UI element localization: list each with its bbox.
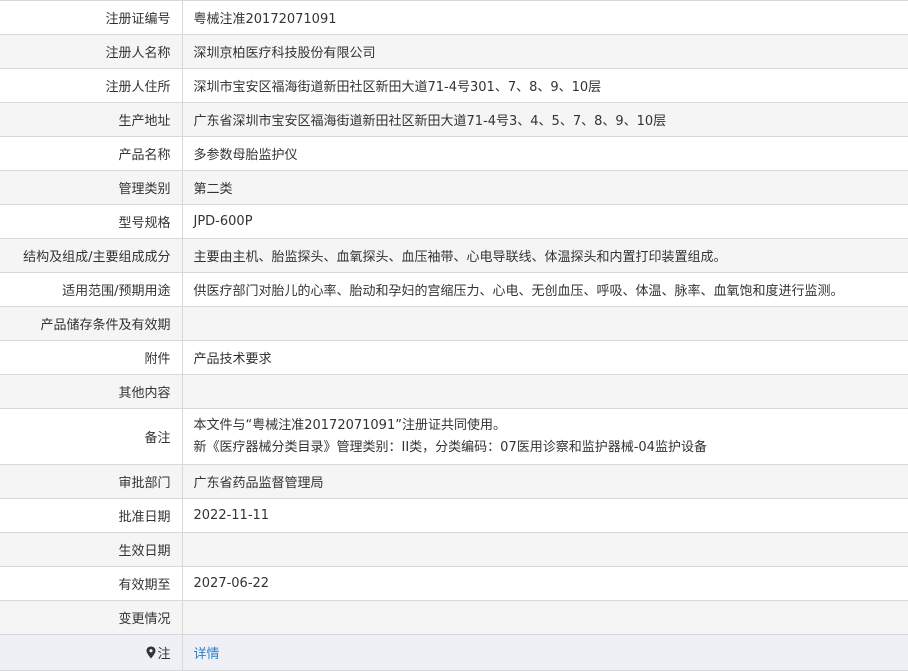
remark-line: 本文件与“粤械注准20172071091”注册证共同使用。: [194, 415, 908, 437]
row-structure-composition: 结构及组成/主要组成成分 主要由主机、胎监探头、血氧探头、血压袖带、心电导联线、…: [0, 239, 908, 273]
field-label: 备注: [0, 409, 182, 465]
field-value: 深圳京柏医疗科技股份有限公司: [182, 35, 908, 69]
field-label: 注册人名称: [0, 35, 182, 69]
field-label: 审批部门: [0, 465, 182, 499]
field-value: 多参数母胎监护仪: [182, 137, 908, 171]
row-note: 注 详情: [0, 635, 908, 671]
field-label: 生产地址: [0, 103, 182, 137]
row-product-name: 产品名称 多参数母胎监护仪: [0, 137, 908, 171]
field-label: 批准日期: [0, 499, 182, 533]
field-value: 2022-11-11: [182, 499, 908, 533]
row-registrant-address: 注册人住所 深圳市宝安区福海街道新田社区新田大道71-4号301、7、8、9、1…: [0, 69, 908, 103]
field-value: 广东省深圳市宝安区福海街道新田社区新田大道71-4号3、4、5、7、8、9、10…: [182, 103, 908, 137]
row-management-class: 管理类别 第二类: [0, 171, 908, 205]
field-label: 型号规格: [0, 205, 182, 239]
remark-line: 新《医疗器械分类目录》管理类别：II类，分类编码：07医用诊察和监护器械-04监…: [194, 437, 908, 459]
field-label: 管理类别: [0, 171, 182, 205]
row-intended-use: 适用范围/预期用途 供医疗部门对胎儿的心率、胎动和孕妇的宫缩压力、心电、无创血压…: [0, 273, 908, 307]
row-model-spec: 型号规格 JPD-600P: [0, 205, 908, 239]
row-effective-date: 生效日期: [0, 533, 908, 567]
field-value: 第二类: [182, 171, 908, 205]
field-value: 产品技术要求: [182, 341, 908, 375]
field-label: 附件: [0, 341, 182, 375]
row-registrant-name: 注册人名称 深圳京柏医疗科技股份有限公司: [0, 35, 908, 69]
field-value: 主要由主机、胎监探头、血氧探头、血压袖带、心电导联线、体温探头和内置打印装置组成…: [182, 239, 908, 273]
note-label: 注: [157, 647, 170, 662]
field-label: 结构及组成/主要组成成分: [0, 239, 182, 273]
row-attachment: 附件 产品技术要求: [0, 341, 908, 375]
field-label: 其他内容: [0, 375, 182, 409]
field-value: JPD-600P: [182, 205, 908, 239]
field-label: 变更情况: [0, 601, 182, 635]
field-label: 注册证编号: [0, 1, 182, 35]
row-storage-conditions: 产品储存条件及有效期: [0, 307, 908, 341]
field-value: [182, 601, 908, 635]
field-value: [182, 533, 908, 567]
registration-record-table: 注册证编号 粤械注准20172071091 注册人名称 深圳京柏医疗科技股份有限…: [0, 0, 908, 671]
location-pin-icon: [146, 646, 156, 663]
row-other-content: 其他内容: [0, 375, 908, 409]
row-approval-department: 审批部门 广东省药品监督管理局: [0, 465, 908, 499]
field-value: 广东省药品监督管理局: [182, 465, 908, 499]
field-value: 粤械注准20172071091: [182, 1, 908, 35]
field-label: 产品储存条件及有效期: [0, 307, 182, 341]
field-label: 产品名称: [0, 137, 182, 171]
field-value: 2027-06-22: [182, 567, 908, 601]
field-label: 有效期至: [0, 567, 182, 601]
field-label: 注册人住所: [0, 69, 182, 103]
field-value: 深圳市宝安区福海街道新田社区新田大道71-4号301、7、8、9、10层: [182, 69, 908, 103]
row-valid-until: 有效期至 2027-06-22: [0, 567, 908, 601]
row-change-history: 变更情况: [0, 601, 908, 635]
field-value: 详情: [182, 635, 908, 671]
row-approval-date: 批准日期 2022-11-11: [0, 499, 908, 533]
field-value: 本文件与“粤械注准20172071091”注册证共同使用。 新《医疗器械分类目录…: [182, 409, 908, 465]
row-registration-number: 注册证编号 粤械注准20172071091: [0, 1, 908, 35]
field-value: [182, 307, 908, 341]
field-label: 注: [0, 635, 182, 671]
row-production-address: 生产地址 广东省深圳市宝安区福海街道新田社区新田大道71-4号3、4、5、7、8…: [0, 103, 908, 137]
field-label: 适用范围/预期用途: [0, 273, 182, 307]
field-value: 供医疗部门对胎儿的心率、胎动和孕妇的宫缩压力、心电、无创血压、呼吸、体温、脉率、…: [182, 273, 908, 307]
field-value: [182, 375, 908, 409]
details-link[interactable]: 详情: [194, 647, 220, 662]
row-remarks: 备注 本文件与“粤械注准20172071091”注册证共同使用。 新《医疗器械分…: [0, 409, 908, 465]
field-label: 生效日期: [0, 533, 182, 567]
